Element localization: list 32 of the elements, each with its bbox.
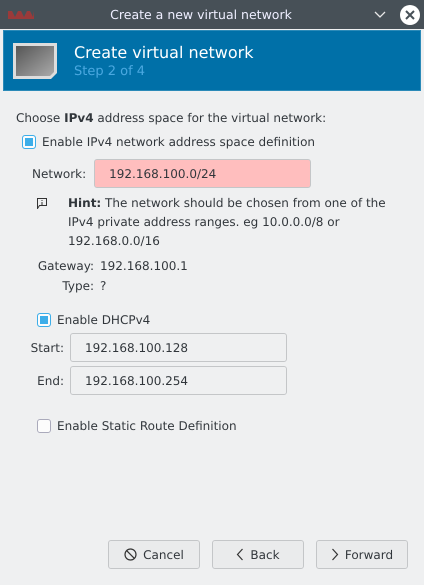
chevron-right-icon (330, 548, 339, 561)
info-value: ? (100, 279, 108, 293)
info-label: Gateway: (36, 259, 94, 273)
checkbox[interactable] (37, 419, 51, 433)
range-field[interactable]: 192.168.100.128 (70, 333, 287, 362)
checkbox[interactable] (22, 135, 36, 149)
info-value: 192.168.100.1 (100, 259, 189, 273)
checkbox-label[interactable]: Enable DHCPv4 (57, 313, 150, 327)
chevron-left-icon (236, 548, 244, 561)
forward-button[interactable]: Forward (316, 540, 408, 569)
hint-text: Hint: The network should be chosen from one of the IPv4 private address ranges. eg 10.0.0.0/8 or 192.168.0.0/16 (68, 195, 387, 250)
range-field[interactable]: 192.168.100.254 (70, 366, 287, 395)
range-label: Start: (30, 340, 64, 354)
close-icon[interactable] (400, 4, 420, 24)
cancel-button[interactable]: Cancel (108, 540, 200, 569)
info-icon (37, 198, 47, 209)
info-label: Type: (61, 279, 94, 293)
cancel-icon (124, 548, 138, 561)
intro-text: Choose IPv4 address space for the virtual network: (16, 111, 328, 125)
chevron-down-icon[interactable] (374, 10, 386, 18)
network-field[interactable]: 192.168.100.0/24 (94, 159, 312, 188)
banner-title: Create virtual network (74, 42, 254, 62)
checkbox[interactable] (37, 313, 51, 327)
network-icon (12, 42, 58, 80)
window-title: Create a new virtual network (109, 7, 293, 22)
step-label: Step 2 of 4 (74, 64, 146, 78)
range-label: End: (37, 374, 64, 388)
back-button[interactable]: Back (212, 540, 304, 569)
network-label: Network: (32, 166, 86, 180)
checkbox-label[interactable]: Enable Static Route Definition (57, 419, 237, 433)
app-logo-icon (8, 10, 34, 18)
checkbox-label[interactable]: Enable IPv4 network address space definition (42, 135, 316, 149)
